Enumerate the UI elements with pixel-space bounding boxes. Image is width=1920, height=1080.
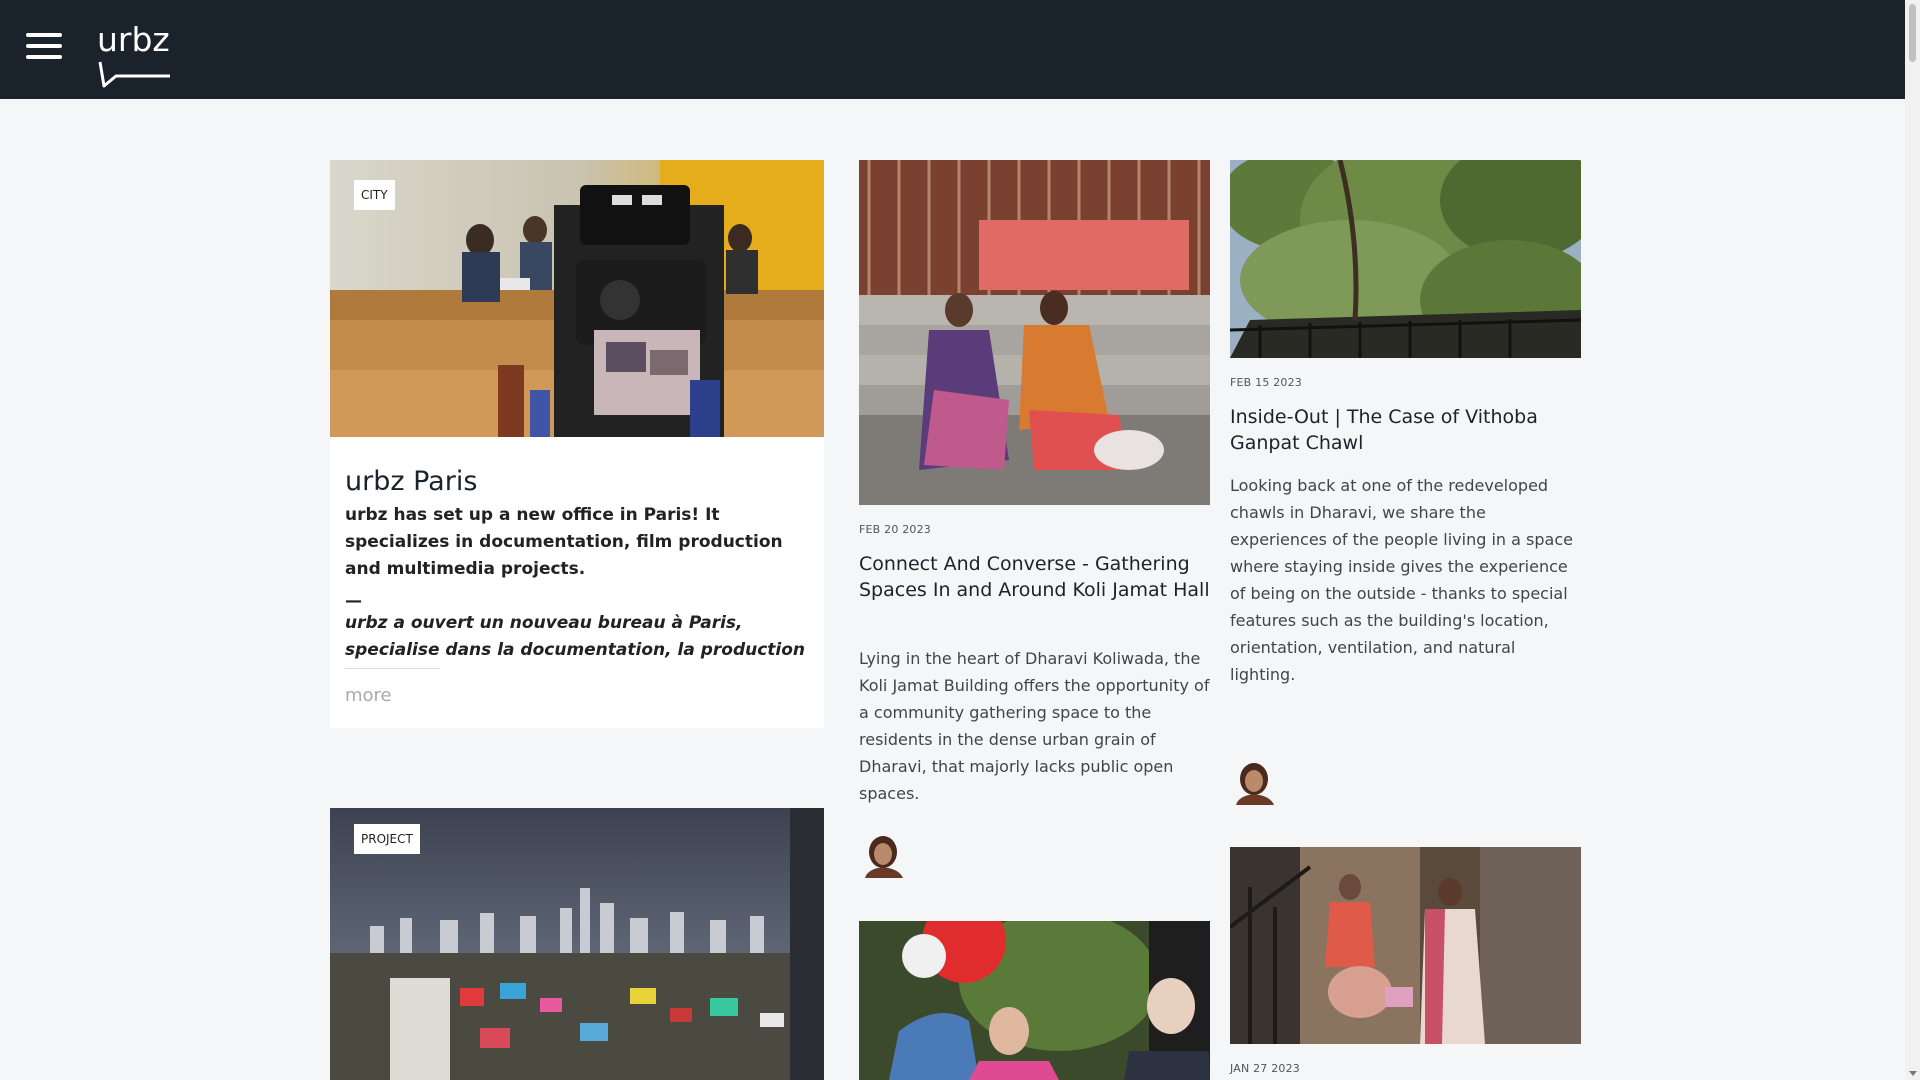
article-excerpt: Looking back at one of the redeveloped c…: [1230, 476, 1573, 684]
article-card-chawl-women[interactable]: JAN 27 2023: [1230, 847, 1581, 1080]
author-avatar[interactable]: [1230, 757, 1280, 805]
card-image-women-in-chawl[interactable]: [1230, 847, 1581, 1044]
card-image-camera-classroom[interactable]: CITY: [330, 160, 824, 437]
article-date: FEB 20 2023: [859, 523, 932, 536]
article-card-inside-out[interactable]: FEB 15 2023 Inside-Out | The Case of Vit…: [1230, 160, 1581, 810]
scrollbar-thumb[interactable]: [1909, 4, 1916, 62]
article-card-connect-and-converse[interactable]: FEB 20 2023 Connect And Converse - Gathe…: [859, 160, 1210, 880]
card-title[interactable]: urbz Paris: [345, 465, 477, 499]
category-tag-city[interactable]: CITY: [354, 180, 395, 210]
hamburger-menu-icon[interactable]: [26, 33, 62, 63]
top-navigation-bar: urbz: [0, 0, 1905, 99]
card-image-women-on-steps[interactable]: [859, 160, 1210, 505]
scroll-down-arrow-icon[interactable]: [1909, 1071, 1917, 1076]
category-tag-project[interactable]: PROJECT: [354, 824, 420, 854]
card-image-trees-balcony[interactable]: [1230, 160, 1581, 358]
article-date: JAN 27 2023: [1230, 1062, 1300, 1075]
article-excerpt: Lying in the heart of Dharavi Koliwada, …: [859, 649, 1210, 803]
card-italic-text: urbz a ouvert un nouveau bureau à Paris,…: [345, 613, 806, 660]
article-card-urbz-paris[interactable]: CITY urbz Paris urbz has set up a new of…: [330, 160, 824, 728]
article-card-project[interactable]: PROJECT: [330, 808, 824, 1080]
logo-text: urbz: [97, 20, 170, 59]
card-divider: [345, 668, 440, 669]
article-title[interactable]: Connect And Converse - Gathering Spaces …: [859, 551, 1210, 603]
card-lead: urbz has set up a new office in Paris! I…: [345, 505, 783, 579]
urbz-logo[interactable]: urbz: [97, 22, 177, 88]
article-card-balloons[interactable]: [859, 921, 1210, 1080]
article-date: FEB 15 2023: [1230, 376, 1303, 389]
card-image-city-skyline[interactable]: PROJECT: [330, 808, 824, 1080]
page-scrollbar[interactable]: [1905, 0, 1920, 1080]
card-image-people-with-balloons[interactable]: [859, 921, 1210, 1080]
author-avatar[interactable]: [859, 830, 909, 878]
logo-speech-tail-icon: [98, 61, 170, 88]
article-title[interactable]: Inside-Out | The Case of Vithoba Ganpat …: [1230, 404, 1581, 456]
more-link[interactable]: more: [345, 685, 392, 706]
